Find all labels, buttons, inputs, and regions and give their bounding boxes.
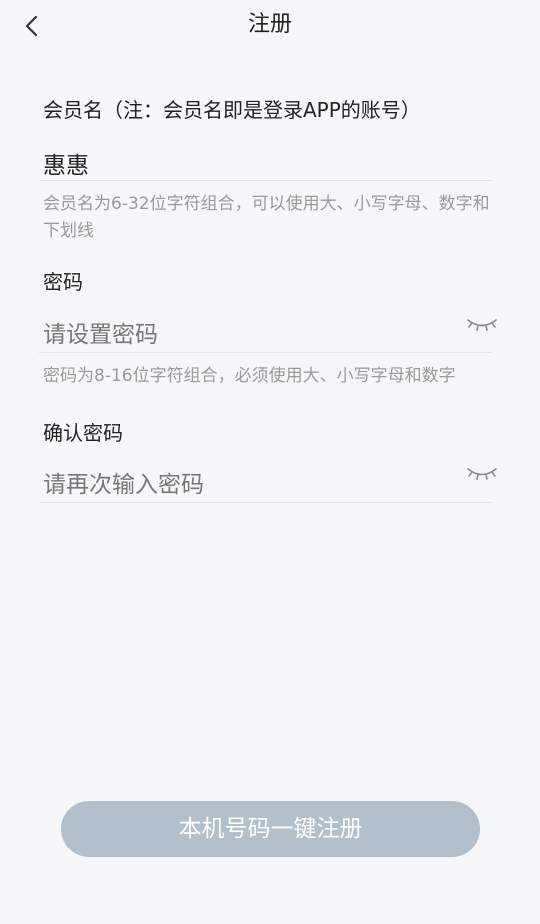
header: 注册 [0,0,540,52]
confirm-password-divider [39,502,492,503]
member-name-divider [39,180,492,181]
password-label: 密码 [43,270,83,294]
password-hint: 密码为8-16位字符组合，必须使用大、小写字母和数字 [43,366,456,386]
page-title: 注册 [247,12,292,37]
password-divider [39,352,492,353]
confirm-password-input[interactable] [43,465,463,505]
password-input[interactable] [43,315,463,355]
member-name-input[interactable] [43,143,463,183]
member-name-hint: 会员名为6-32位字符组合，可以使用大、小写字母、数字和下划线 [43,194,490,241]
confirm-password-label: 确认密码 [43,421,123,445]
member-name-label: 会员名（注：会员名即是登录APP的账号） [43,98,421,122]
eye-closed-icon[interactable] [467,465,497,483]
register-page: 注册 会员名（注：会员名即是登录APP的账号） 会员名为6-32位字符组合，可以… [0,0,540,924]
eye-closed-icon[interactable] [467,316,497,334]
one-click-register-button[interactable]: 本机号码一键注册 [61,801,480,857]
